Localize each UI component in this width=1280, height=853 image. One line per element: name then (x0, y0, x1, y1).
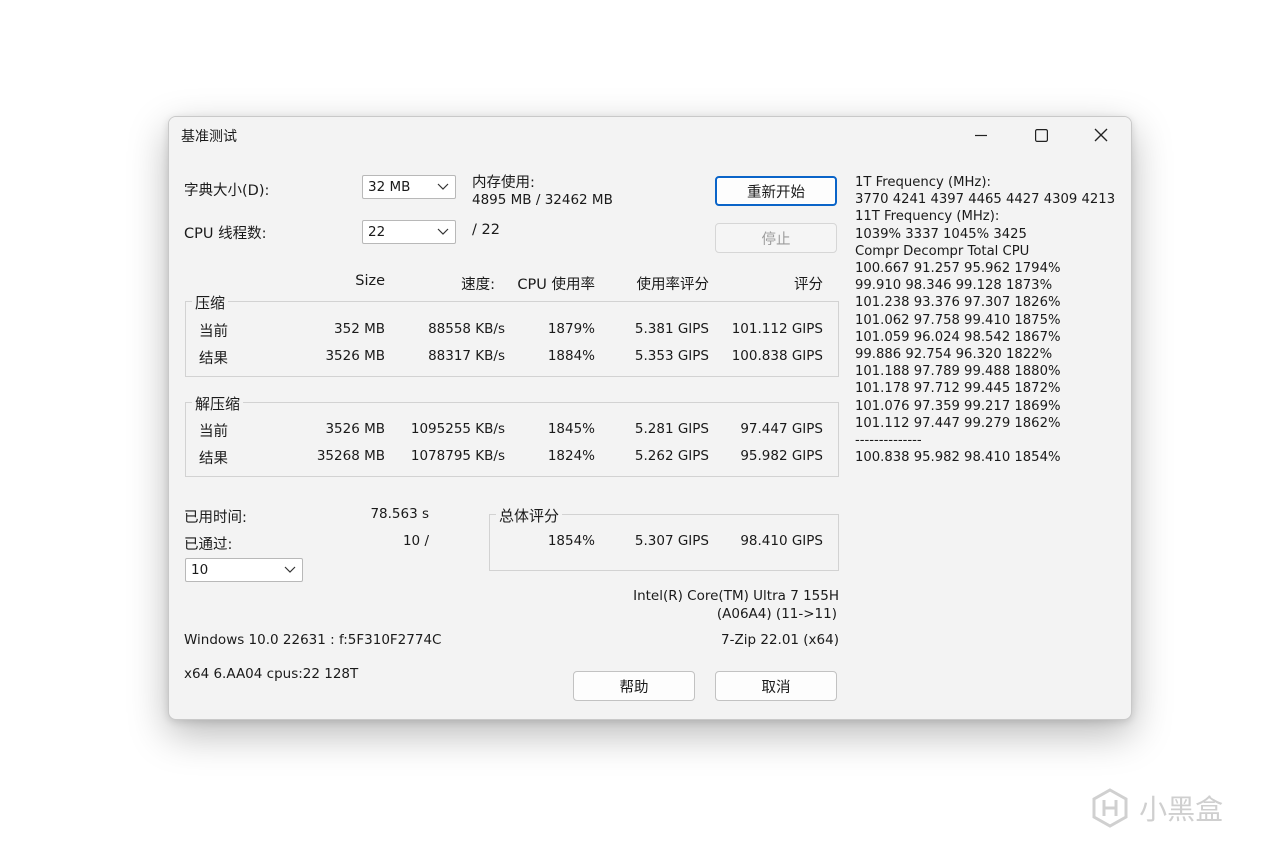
dict-size-value: 32 MB (368, 179, 411, 195)
passes-select[interactable]: 10 (185, 558, 303, 582)
cell-cpu: 1879% (547, 321, 595, 337)
cancel-button[interactable]: 取消 (715, 671, 837, 701)
title-bar[interactable]: 基准测试 (169, 117, 1131, 153)
log-line: 101.112 97.447 99.279 1862% (855, 415, 1061, 431)
log-line: 100.838 95.982 98.410 1854% (855, 450, 1061, 466)
log-line: 101.059 96.024 98.542 1867% (855, 329, 1061, 345)
minimize-button[interactable] (951, 117, 1011, 153)
maximize-button[interactable] (1011, 117, 1071, 153)
decompression-group-label: 解压缩 (192, 393, 244, 414)
cell-size: 352 MB (334, 321, 385, 337)
log-line: 101.188 97.789 99.488 1880% (855, 364, 1061, 380)
cpu-threads-label: CPU 线程数: (184, 226, 267, 242)
stop-button[interactable]: 停止 (715, 223, 837, 253)
memory-usage-label: 内存使用: (472, 175, 535, 191)
log-line: 99.910 98.346 99.128 1873% (855, 278, 1053, 294)
row-name: 当前 (199, 424, 228, 440)
cell-speed: 1078795 KB/s (410, 448, 505, 464)
chevron-down-icon (437, 183, 449, 190)
log-line: 101.178 97.712 99.445 1872% (855, 381, 1061, 397)
log-line: 101.062 97.758 99.410 1875% (855, 312, 1061, 328)
cell-rating: 101.112 GIPS (731, 321, 823, 337)
watermark-text: 小黑盒 (1139, 793, 1224, 826)
benchmark-window: 基准测试 字典大小(D): 32 MB CPU 线程数: 22 / 22 内存使… (168, 116, 1132, 720)
compression-group (185, 301, 839, 377)
total-cpu: 1854% (547, 533, 595, 549)
cell-speed: 88558 KB/s (428, 321, 505, 337)
log-line: 1T Frequency (MHz): (855, 175, 991, 190)
watermark-logo-icon (1092, 788, 1128, 828)
cpu-threads-select[interactable]: 22 (362, 220, 456, 244)
column-rating: 评分 (794, 277, 823, 293)
cell-cpu: 1824% (547, 448, 595, 464)
column-speed: 速度: (461, 277, 495, 293)
log-line: 100.667 91.257 95.962 1794% (855, 261, 1061, 277)
passes-value: 10 / (402, 533, 429, 549)
chevron-down-icon (284, 566, 296, 573)
log-line: 11T Frequency (MHz): (855, 209, 1000, 225)
passes-label: 已通过: (184, 537, 233, 553)
log-line: Compr Decompr Total CPU (855, 243, 1030, 259)
os-version: Windows 10.0 22631 : f:5F310F2774C (184, 632, 442, 648)
cell-cpu: 1845% (547, 421, 595, 437)
row-name: 结果 (199, 451, 228, 467)
compression-group-label: 压缩 (192, 292, 229, 313)
arch-info: x64 6.AA04 cpus:22 128T (184, 666, 359, 682)
maximize-icon (1034, 128, 1048, 142)
window-title: 基准测试 (181, 129, 237, 145)
cell-rating: 95.982 GIPS (740, 448, 823, 464)
cell-rating: 97.447 GIPS (740, 421, 823, 437)
column-cpu-usage: CPU 使用率 (517, 277, 595, 293)
help-button[interactable]: 帮助 (573, 671, 695, 701)
log-line: 1039% 3337 1045% 3425 (855, 226, 1027, 242)
dict-size-label: 字典大小(D): (184, 183, 270, 199)
elapsed-time-label: 已用时间: (184, 510, 247, 526)
cpu-threads-total: / 22 (472, 222, 500, 238)
row-name: 当前 (199, 324, 228, 340)
benchmark-log: 1T Frequency (MHz): 3770 4241 4397 4465 … (855, 174, 1115, 466)
log-line: -------------- (855, 433, 922, 449)
cell-speed: 88317 KB/s (428, 348, 505, 364)
cpu-name: Intel(R) Core(TM) Ultra 7 155H (633, 588, 839, 604)
cell-usage-rating: 5.281 GIPS (634, 421, 709, 437)
cell-usage-rating: 5.262 GIPS (634, 448, 709, 464)
log-line: 99.886 92.754 96.320 1822% (855, 347, 1053, 363)
decompression-group (185, 402, 839, 477)
cell-usage-rating: 5.353 GIPS (634, 348, 709, 364)
close-button[interactable] (1071, 117, 1131, 153)
elapsed-time-value: 78.563 s (370, 506, 429, 522)
close-icon (1094, 128, 1108, 142)
cpu-threads-value: 22 (368, 224, 386, 240)
dict-size-select[interactable]: 32 MB (362, 175, 456, 199)
cell-usage-rating: 5.381 GIPS (634, 321, 709, 337)
minimize-icon (975, 134, 987, 137)
cell-size: 3526 MB (325, 348, 385, 364)
total-usage-rating: 5.307 GIPS (634, 533, 709, 549)
row-name: 结果 (199, 351, 228, 367)
memory-usage-value: 4895 MB / 32462 MB (472, 192, 613, 208)
cell-size: 35268 MB (316, 448, 385, 464)
passes-select-value: 10 (191, 562, 209, 578)
watermark: 小黑盒 (1090, 788, 1223, 828)
log-line: 3770 4241 4397 4465 4427 4309 4213 (855, 192, 1116, 208)
cell-rating: 100.838 GIPS (731, 348, 823, 364)
total-rating: 98.410 GIPS (740, 533, 823, 549)
cell-speed: 1095255 KB/s (410, 421, 505, 437)
column-usage-rating: 使用率评分 (636, 277, 710, 293)
log-line: 101.238 93.376 97.307 1826% (855, 295, 1061, 311)
cell-cpu: 1884% (547, 348, 595, 364)
chevron-down-icon (437, 228, 449, 235)
restart-button[interactable]: 重新开始 (715, 176, 837, 206)
cell-size: 3526 MB (325, 421, 385, 437)
column-size: Size (355, 273, 385, 289)
app-version: 7-Zip 22.01 (x64) (721, 632, 839, 648)
total-rating-label: 总体评分 (496, 505, 563, 526)
cpu-id: (A06A4) (11->11) (716, 606, 837, 622)
log-line: 101.076 97.359 99.217 1869% (855, 398, 1061, 414)
